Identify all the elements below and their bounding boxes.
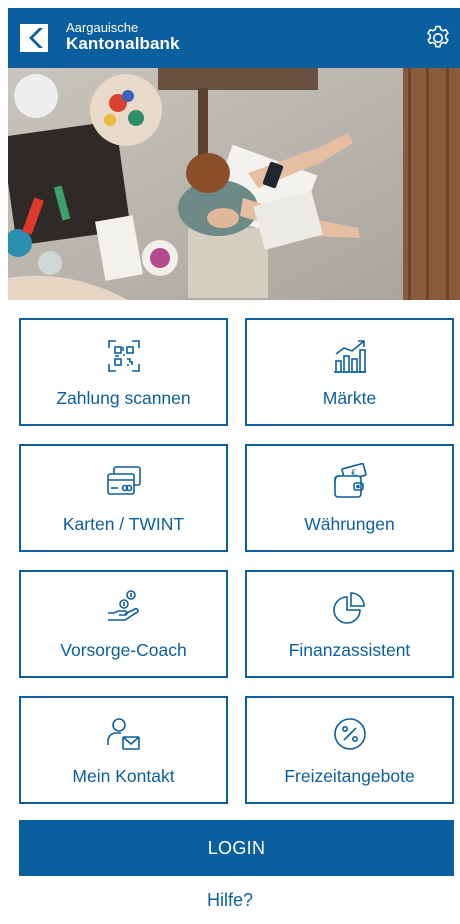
tile-finanzassistent[interactable]: Finanzassistent	[245, 570, 454, 678]
tile-label: Karten / TWINT	[62, 514, 185, 534]
market-chart-icon	[330, 336, 370, 376]
tile-label: Zahlung scannen	[56, 388, 191, 408]
tile-label: Freizeitangebote	[284, 766, 415, 786]
hero-photo	[8, 68, 460, 300]
tile-label: Finanzassistent	[288, 640, 411, 660]
tile-label: Vorsorge-Coach	[60, 640, 187, 660]
wallet-currency-icon: €	[330, 462, 370, 502]
pie-chart-icon	[330, 588, 370, 628]
bank-name-line2: Kantonalbank	[66, 33, 180, 53]
tile-maerkte[interactable]: Märkte	[245, 318, 454, 426]
app-screen: Aargauische Kantonalbank Zahlung scannen…	[0, 0, 460, 924]
bank-name-line1: Aargauische	[66, 20, 139, 35]
contact-person-icon	[104, 714, 144, 754]
action-tiles: Zahlung scannen Märkte Karten / TWINT € …	[19, 318, 454, 804]
tile-vorsorge-coach[interactable]: Vorsorge-Coach	[19, 570, 228, 678]
qr-scan-icon	[104, 336, 144, 376]
bank-name: Aargauische Kantonalbank	[66, 21, 180, 52]
coins-hand-icon	[104, 588, 144, 628]
tile-label: Märkte	[322, 388, 377, 408]
tile-freizeitangebote[interactable]: Freizeitangebote	[245, 696, 454, 804]
gear-icon	[427, 25, 449, 48]
tile-waehrungen[interactable]: € Währungen	[245, 444, 454, 552]
tile-label: Währungen	[304, 514, 395, 534]
bank-logo-icon	[20, 24, 48, 52]
tile-label: Mein Kontakt	[72, 766, 175, 786]
login-button[interactable]: LOGIN	[19, 820, 454, 876]
tile-karten-twint[interactable]: Karten / TWINT	[19, 444, 228, 552]
cards-icon	[104, 462, 144, 502]
help-link[interactable]: Hilfe?	[0, 890, 460, 911]
app-header: Aargauische Kantonalbank	[8, 8, 460, 68]
settings-button[interactable]	[422, 22, 454, 54]
percent-badge-icon	[330, 714, 370, 754]
tile-zahlung-scannen[interactable]: Zahlung scannen	[19, 318, 228, 426]
tile-mein-kontakt[interactable]: Mein Kontakt	[19, 696, 228, 804]
